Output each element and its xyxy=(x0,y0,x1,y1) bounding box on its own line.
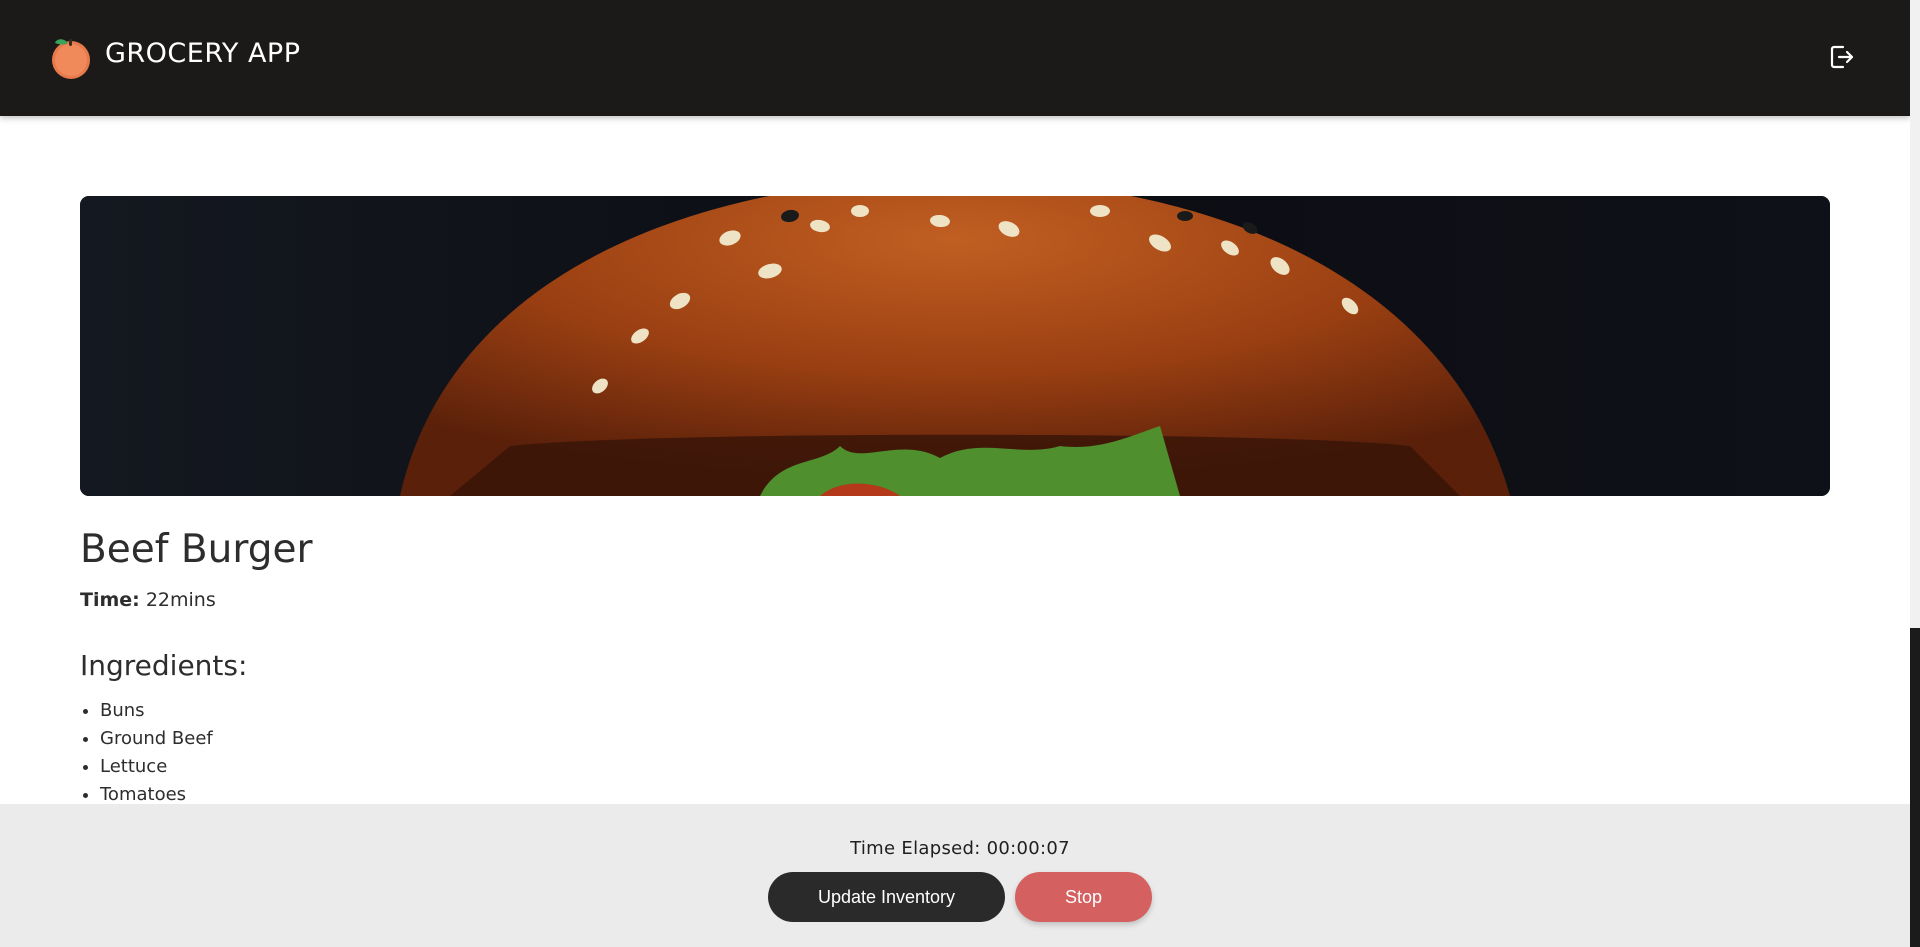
ingredient-item: Buns xyxy=(100,697,213,725)
orange-logo-icon xyxy=(52,39,90,79)
ingredient-item: Ground Beef xyxy=(100,725,213,753)
app-header: GROCERY APP xyxy=(0,0,1910,116)
logout-icon[interactable] xyxy=(1826,42,1856,72)
ingredients-heading: Ingredients: xyxy=(80,649,248,682)
burger-photo xyxy=(80,196,1830,496)
recipe-hero-image xyxy=(80,196,1830,496)
recipe-time: Time: 22mins xyxy=(80,589,216,611)
update-inventory-button[interactable]: Update Inventory xyxy=(768,872,1005,922)
timer-footer: Time Elapsed: 00:00:07 Update Inventory … xyxy=(0,804,1910,947)
scrollbar-thumb[interactable] xyxy=(1910,628,1920,947)
stop-button[interactable]: Stop xyxy=(1015,872,1152,922)
ingredients-list: Buns Ground Beef Lettuce Tomatoes xyxy=(80,697,213,809)
recipe-title: Beef Burger xyxy=(80,527,313,572)
app-title: GROCERY APP xyxy=(105,38,301,69)
time-elapsed: Time Elapsed: 00:00:07 xyxy=(850,838,1070,859)
time-value: 22mins xyxy=(145,589,216,611)
time-label: Time: xyxy=(80,589,140,611)
ingredient-item: Lettuce xyxy=(100,753,213,781)
